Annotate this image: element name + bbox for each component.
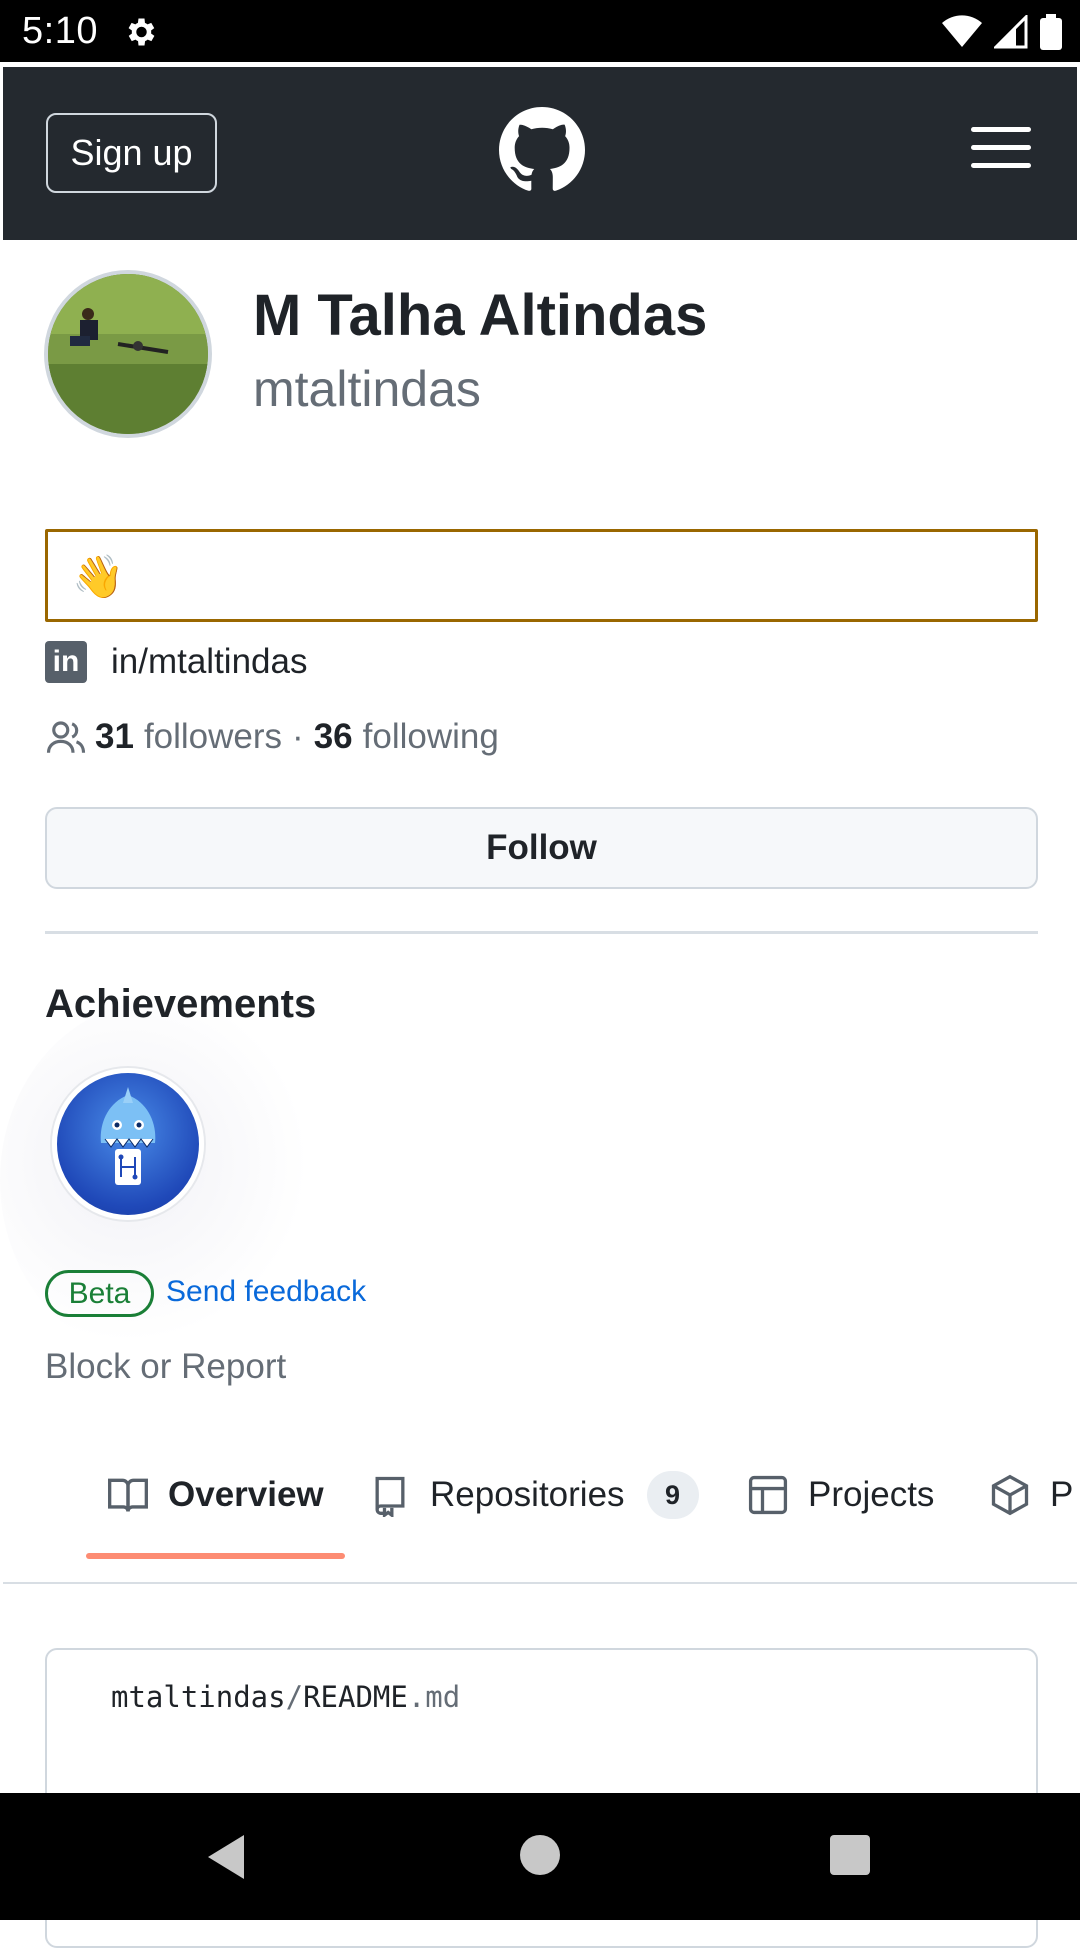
following-label[interactable]: following bbox=[363, 717, 499, 757]
following-count[interactable]: 36 bbox=[314, 717, 353, 757]
avatar[interactable] bbox=[44, 270, 212, 438]
status-time: 5:10 bbox=[22, 10, 98, 52]
shark-icon bbox=[100, 1087, 156, 1185]
beta-badge: Beta bbox=[45, 1270, 154, 1317]
sign-up-button[interactable]: Sign up bbox=[46, 113, 217, 193]
active-tab-underline bbox=[86, 1553, 345, 1559]
android-nav-bar bbox=[0, 1793, 1080, 1920]
followers-label[interactable]: followers bbox=[144, 717, 282, 757]
linkedin-text: in/mtaltindas bbox=[111, 642, 308, 681]
tab-projects[interactable]: Projects bbox=[746, 1460, 934, 1530]
repo-icon bbox=[375, 1476, 405, 1517]
status-message-box[interactable]: 👋 bbox=[45, 529, 1038, 622]
github-logo-icon[interactable] bbox=[499, 107, 585, 193]
battery-icon bbox=[1040, 14, 1062, 50]
settings-gear-icon bbox=[128, 18, 155, 46]
linkedin-icon: in bbox=[45, 641, 87, 683]
back-icon[interactable] bbox=[204, 1833, 248, 1881]
linkedin-link[interactable]: in in/mtaltindas bbox=[45, 640, 307, 684]
tab-packages[interactable]: P bbox=[988, 1460, 1073, 1530]
waving-hand-icon: 👋 bbox=[72, 553, 125, 600]
repositories-count: 9 bbox=[646, 1471, 699, 1519]
tabs-divider bbox=[3, 1582, 1077, 1584]
tab-repositories-label: Repositories bbox=[430, 1475, 625, 1514]
achievements-title: Achievements bbox=[45, 982, 317, 1026]
tab-repositories[interactable]: Repositories 9 bbox=[368, 1460, 699, 1530]
readme-path[interactable]: mtaltindas/README.md bbox=[111, 1680, 460, 1714]
follow-separator: · bbox=[292, 717, 304, 756]
package-icon bbox=[991, 1474, 1029, 1516]
hamburger-menu-icon[interactable] bbox=[971, 127, 1031, 177]
book-icon bbox=[108, 1478, 148, 1512]
recent-apps-icon[interactable] bbox=[830, 1835, 870, 1875]
avatar-image bbox=[48, 274, 208, 434]
readme-file-name: README bbox=[303, 1680, 408, 1714]
app-header: Sign up bbox=[3, 67, 1077, 240]
readme-file-ext: .md bbox=[407, 1680, 461, 1714]
divider bbox=[45, 931, 1038, 934]
follow-button[interactable]: Follow bbox=[45, 807, 1038, 889]
status-bar: 5:10 bbox=[0, 0, 1080, 62]
signal-icon bbox=[994, 15, 1028, 49]
follow-stats: 31 followers · 36 following bbox=[45, 716, 499, 758]
table-icon bbox=[748, 1475, 788, 1515]
readme-separator: / bbox=[285, 1680, 304, 1714]
send-feedback-link[interactable]: Send feedback bbox=[166, 1275, 366, 1309]
profile-full-name: M Talha Altindas bbox=[253, 283, 708, 348]
status-right-icons bbox=[942, 14, 1062, 50]
profile-username: mtaltindas bbox=[253, 361, 481, 417]
tab-overview[interactable]: Overview bbox=[106, 1460, 324, 1530]
readme-owner: mtaltindas bbox=[111, 1680, 286, 1714]
tab-overview-label: Overview bbox=[168, 1475, 324, 1514]
profile-tabs: Overview Repositories 9 Projects P bbox=[0, 1460, 1080, 1570]
tab-projects-label: Projects bbox=[808, 1475, 935, 1514]
tab-packages-label: P bbox=[1050, 1475, 1074, 1514]
home-icon[interactable] bbox=[520, 1835, 560, 1875]
block-or-report-link[interactable]: Block or Report bbox=[45, 1347, 286, 1387]
wifi-icon bbox=[942, 15, 982, 47]
shark-achievement-badge[interactable] bbox=[52, 1068, 204, 1220]
followers-count[interactable]: 31 bbox=[95, 717, 134, 757]
people-icon bbox=[46, 721, 86, 753]
